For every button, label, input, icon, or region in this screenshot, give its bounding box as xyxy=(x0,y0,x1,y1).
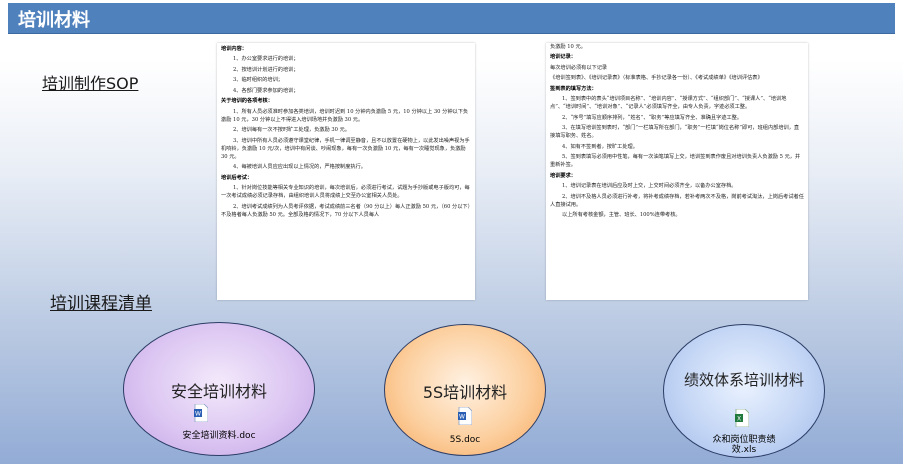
sop-document-page-2: 负激励 10 元。 培训记录： 每次培训必须有以下记录《培训签到表》、《培训记录表》… xyxy=(546,43,808,300)
document-paragraph: 1、所有人员必须准时参加各类培训，培训时迟到 10 分钟内负激励 5 元，10 … xyxy=(221,108,469,123)
word-doc-icon[interactable]: W xyxy=(458,407,472,425)
document-paragraph: 2、培训不及格人员必须进行补考，将补考成绩存档，若补考两次不及格，岗前考试淘汰，… xyxy=(550,193,804,208)
document-heading: 培训要求： xyxy=(550,172,576,179)
sop-document-page-1: 培训内容： 1、办公室要求进行的培训； 2、按培训计划进行的培训； 3、临时组织的培训… xyxy=(217,43,475,300)
document-paragraph: 3、培训中所有人员必须遵守课堂纪律，手机一律调至静音，且不以放置在硬物上，以此发… xyxy=(221,137,470,160)
document-paragraph: 《培训签到表》、《培训记录表》（标准表格、手抄记录各一份）、《考试成绩单》《培训… xyxy=(550,75,763,82)
document-paragraph: 1、培训记录表在培训后应及时上交，上交时间必须齐全，以备办公室存档。 xyxy=(562,183,737,190)
svg-text:W: W xyxy=(195,411,201,418)
document-paragraph: 4、每被培训人员应应出现以上情况的，严格按制度执行。 xyxy=(233,164,366,171)
document-paragraph: 4、各部门要求参加的培训； xyxy=(233,87,299,94)
document-heading: 签到表的填写方法： xyxy=(550,85,597,92)
5s-training-filename[interactable]: 5S.doc xyxy=(385,435,545,445)
document-paragraph: 3、临时组织的培训； xyxy=(233,77,283,84)
document-paragraph: 2、培训考试成绩列为人员考评依据，考试成绩前三名者（90 分以上）每人正激励 5… xyxy=(221,203,471,218)
5s-training-oval[interactable]: 5S培训材料 W 5S.doc xyxy=(384,324,546,456)
excel-xls-icon[interactable]: X xyxy=(735,409,749,427)
safety-training-filename[interactable]: 安全培训资料.doc xyxy=(124,431,314,441)
page-title: 培训材料 xyxy=(18,10,90,31)
document-paragraph: 2、按培训计划进行的培训； xyxy=(233,66,299,73)
word-doc-icon[interactable]: W xyxy=(194,404,208,422)
document-paragraph: 1、签到表中的表头“培训项目名称”、“培训内容”、“授课方式”、“组织部门”、“… xyxy=(550,96,787,111)
document-paragraph: 每次培训必须有以下记录 xyxy=(550,64,608,71)
svg-text:X: X xyxy=(737,416,741,423)
document-paragraph: 1、针对岗位技能等相关专业知识的培训，每次培训后，必须进行考试，试题为手抄版或电… xyxy=(221,185,470,200)
document-paragraph: 负激励 10 元。 xyxy=(550,44,586,50)
5s-training-label: 5S培训材料 xyxy=(422,383,508,402)
document-paragraph: 5、签到表填写必须用中性笔，每有一次油笔填写上交，培训签到表作废且对培训负责人负… xyxy=(550,154,801,169)
document-paragraph: 1、办公室要求进行的培训； xyxy=(233,56,299,63)
document-heading: 关于培训的各项考核： xyxy=(221,98,273,105)
performance-training-oval[interactable]: 绩效体系培训材料 X 众和岗位职责绩效.xls xyxy=(663,324,825,458)
performance-training-filename[interactable]: 众和岗位职责绩效.xls xyxy=(702,435,786,455)
header-bar: 培训材料 xyxy=(8,3,895,34)
document-paragraph: 2、培训每有一次不按时旷工处理，负激励 30 元。 xyxy=(233,127,350,134)
document-heading: 培训内容： xyxy=(221,46,247,52)
document-paragraph: 3、在填写培训签到表时，“部门”一栏填写所在部门，“职务”一栏填“岗位名称”即可… xyxy=(550,125,800,140)
performance-training-label: 绩效体系培训材料 xyxy=(683,371,804,389)
document-heading: 培训记录： xyxy=(550,54,576,61)
sop-link[interactable]: 培训制作SOP xyxy=(42,70,138,94)
safety-training-label: 安全培训材料 xyxy=(170,382,267,401)
document-paragraph: 4、如有不签到者，按旷工处理。 xyxy=(562,143,638,150)
document-heading: 培训后考试： xyxy=(221,174,253,181)
document-paragraph: 2、“序号”填写应顺序排列，“姓名”、“职务”等应填写齐全、准确且字迹工整。 xyxy=(562,114,743,121)
svg-text:W: W xyxy=(459,414,465,421)
course-list-link[interactable]: 培训课程清单 xyxy=(50,289,152,314)
safety-training-oval[interactable]: 安全培训材料 W 安全培训资料.doc xyxy=(123,322,315,456)
document-paragraph: 以上所有考核金额，主管、班长、100%连带考核。 xyxy=(562,212,681,219)
